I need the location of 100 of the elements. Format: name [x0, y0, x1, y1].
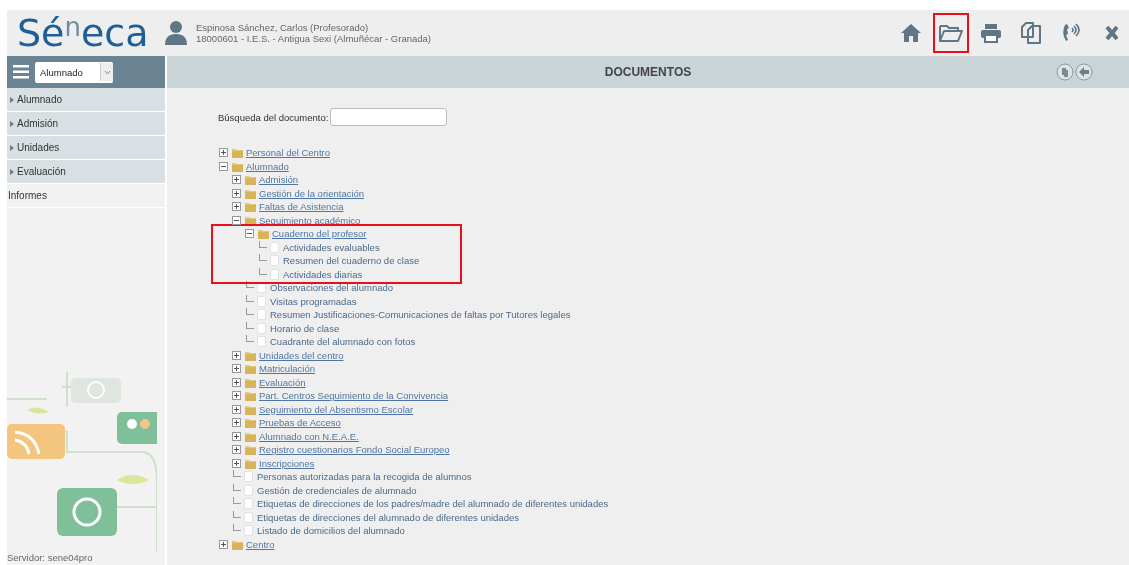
folder-link[interactable]: Evaluación — [259, 376, 306, 388]
document-link[interactable]: Actividades diarias — [283, 268, 363, 280]
folder-icon — [245, 174, 256, 186]
expand-toggle-icon[interactable] — [232, 445, 241, 455]
app-logo: Sé$^{n}$eca — [17, 14, 150, 52]
document-icon — [244, 525, 253, 537]
document-icon — [244, 498, 253, 510]
expand-arrow-icon — [10, 120, 14, 127]
expand-toggle-icon[interactable] — [232, 188, 241, 198]
document-icon — [270, 255, 279, 267]
document-link[interactable]: Observaciones del alumnado — [270, 282, 394, 294]
folder-link[interactable]: Pruebas de Acceso — [259, 417, 341, 429]
user-silhouette-icon — [164, 20, 188, 46]
document-link[interactable]: Horario de clase — [270, 322, 340, 334]
document-link[interactable]: Etiquetas de direcciones de los padres/madre del alumnado de diferentes unidades — [257, 498, 609, 510]
expand-toggle-icon[interactable] — [232, 202, 241, 212]
folder-icon — [245, 363, 256, 375]
document-link[interactable]: Visitas programadas — [270, 295, 357, 307]
document-link[interactable]: Resumen del cuaderno de clase — [283, 255, 420, 267]
sidebar-menu-item[interactable]: Alumnado — [7, 88, 165, 112]
module-select[interactable]: Alumnado — [35, 61, 113, 83]
search-label: Búsqueda del documento: — [218, 111, 329, 123]
folder-link[interactable]: Personal del Centro — [246, 147, 330, 159]
expand-toggle-icon[interactable] — [232, 418, 241, 428]
folder-link[interactable]: Admisión — [259, 174, 299, 186]
expand-toggle-icon[interactable] — [232, 364, 241, 374]
printer-icon — [980, 23, 1002, 43]
folder-icon — [245, 201, 256, 213]
folder-link[interactable]: Matriculación — [259, 363, 315, 375]
page-title: DOCUMENTOS — [604, 65, 692, 79]
folder-link[interactable]: Part. Centros Seguimiento de la Convivencia — [259, 390, 449, 402]
sidebar-menu-item[interactable]: Unidades — [7, 136, 165, 160]
folder-icon — [232, 147, 243, 159]
folder-link[interactable]: Inscripciones — [259, 457, 315, 469]
folder-link[interactable]: Centro — [246, 538, 275, 550]
search-field[interactable] — [330, 108, 448, 126]
folder-icon — [938, 23, 964, 43]
folder-link[interactable]: Unidades del centro — [259, 349, 344, 361]
collapse-toggle-icon[interactable] — [219, 161, 228, 171]
document-icon — [257, 282, 266, 294]
documents-icon[interactable] — [1056, 63, 1074, 81]
expand-arrow-icon — [10, 96, 14, 103]
expand-toggle-icon[interactable] — [232, 175, 241, 185]
user-center: 18000601 - I.E.S. - Antigua Sexi (Almuñécar - Granada) — [196, 33, 431, 44]
document-icon — [244, 484, 253, 496]
expand-toggle-icon[interactable] — [232, 377, 241, 387]
expand-toggle-icon[interactable] — [219, 539, 228, 549]
caret-icon — [103, 69, 111, 75]
folder-link[interactable]: Registro cuestionarios Fondo Social Europeo — [259, 444, 450, 456]
phone-icon — [1060, 22, 1082, 44]
folder-icon — [245, 444, 256, 456]
document-link[interactable]: Gestión de credenciales de alumnado — [257, 484, 417, 496]
expand-toggle-icon[interactable] — [219, 148, 228, 158]
folder-icon — [232, 538, 243, 550]
document-link[interactable]: Personas autorizadas para la recogida de alumnos — [257, 471, 472, 483]
document-link[interactable]: Resumen Justificaciones-Comunicaciones de faltas por Tutores legales — [270, 309, 571, 321]
folder-link[interactable]: Alumnado — [246, 160, 289, 172]
document-icon — [257, 322, 266, 334]
folder-icon — [232, 160, 243, 172]
user-name: Espinosa Sánchez, Carlos (Profesorado) — [196, 22, 370, 33]
document-icon — [257, 295, 266, 307]
copy-icon — [1020, 22, 1042, 44]
folder-icon — [245, 390, 256, 402]
folder-icon — [245, 349, 256, 361]
expand-toggle-icon[interactable] — [232, 458, 241, 468]
folder-icon — [245, 376, 256, 388]
sidebar-menu-item[interactable]: Admisión — [7, 112, 165, 136]
folder-link[interactable]: Faltas de Asistencia — [259, 201, 344, 213]
document-icon — [270, 241, 279, 253]
folder-link[interactable]: Seguimiento académico — [259, 214, 361, 226]
expand-toggle-icon[interactable] — [232, 350, 241, 360]
folder-icon — [245, 457, 256, 469]
menu-icon[interactable] — [13, 65, 29, 79]
collapse-toggle-icon[interactable] — [245, 229, 254, 239]
folder-icon — [258, 228, 269, 240]
document-icon — [244, 511, 253, 523]
collapse-toggle-icon[interactable] — [232, 215, 241, 225]
folder-button[interactable] — [933, 13, 969, 53]
document-link[interactable]: Cuadrante del alumnado con fotos — [270, 336, 416, 348]
folder-link[interactable]: Cuaderno del profesor — [272, 228, 367, 240]
document-link[interactable]: Actividades evaluables — [283, 241, 380, 253]
folder-link[interactable]: Gestión de la orientación — [259, 187, 365, 199]
document-icon — [244, 471, 253, 483]
home-icon — [900, 23, 922, 43]
folder-icon — [245, 214, 256, 226]
expand-toggle-icon[interactable] — [232, 391, 241, 401]
expand-arrow-icon — [10, 168, 14, 175]
expand-toggle-icon[interactable] — [232, 404, 241, 414]
folder-link[interactable]: Alumnado con N.E.A.E. — [259, 430, 359, 442]
document-icon — [257, 336, 266, 348]
sidebar-menu-item[interactable]: Evaluación — [7, 160, 165, 184]
folder-icon — [245, 187, 256, 199]
close-icon — [1104, 24, 1118, 42]
document-link[interactable]: Listado de domicilios del alumnado — [257, 525, 405, 537]
expand-toggle-icon[interactable] — [232, 431, 241, 441]
document-icon — [270, 268, 279, 280]
document-link[interactable]: Etiquetas de direcciones del alumnado de diferentes unidades — [257, 511, 519, 523]
folder-icon — [245, 403, 256, 415]
folder-icon — [245, 430, 256, 442]
folder-link[interactable]: Seguimiento del Absentismo Escolar — [259, 403, 414, 415]
